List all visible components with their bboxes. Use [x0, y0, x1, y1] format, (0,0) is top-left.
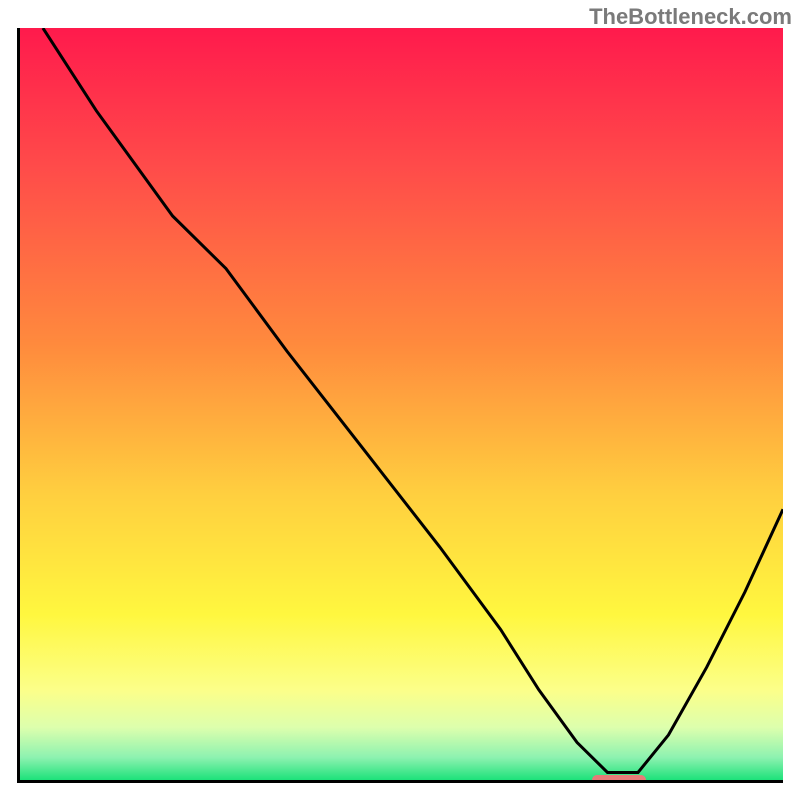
- chart-container: TheBottleneck.com: [0, 0, 800, 800]
- axes-frame: [17, 28, 783, 783]
- watermark-text: TheBottleneck.com: [589, 4, 792, 30]
